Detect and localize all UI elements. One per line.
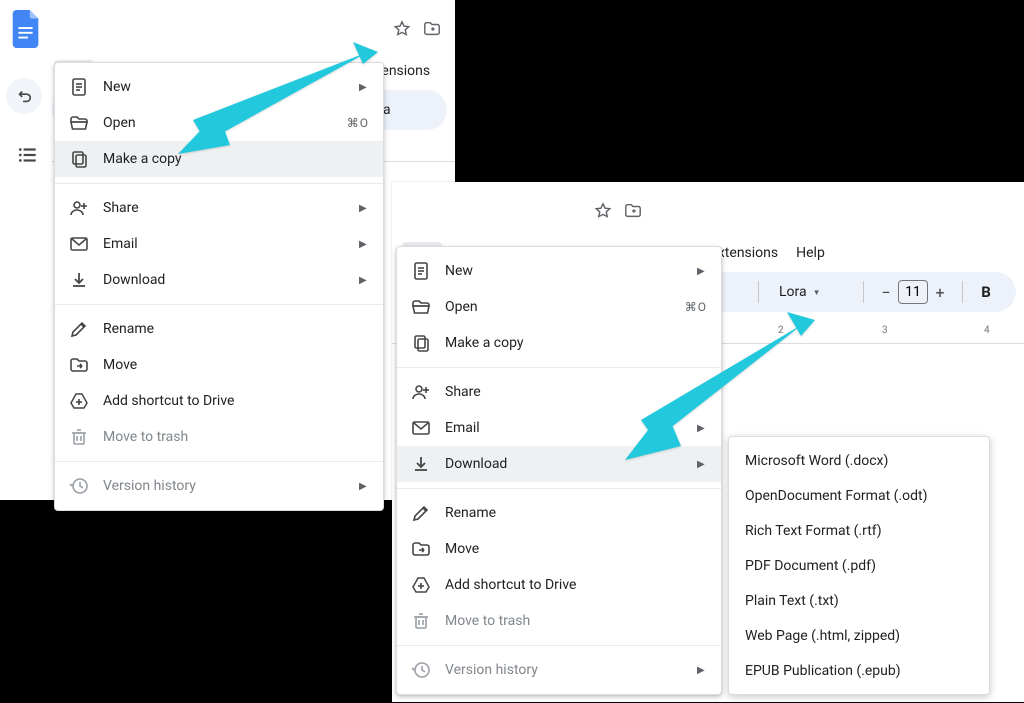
download-format-option[interactable]: PDF Document (.pdf): [729, 548, 989, 583]
history-icon: [69, 476, 89, 496]
star-icon[interactable]: [393, 20, 411, 38]
doc-plus-icon: [411, 261, 431, 281]
envelope-icon: [69, 234, 89, 254]
folder-move-icon: [69, 355, 89, 375]
history-icon: [411, 660, 431, 680]
download-format-option[interactable]: OpenDocument Format (.odt): [729, 478, 989, 513]
menu-item-version-history: Version history ▶: [55, 468, 383, 504]
person-plus-icon: [69, 198, 89, 218]
outline-toggle[interactable]: [0, 134, 55, 174]
submenu-arrow-icon: ▶: [359, 275, 369, 286]
menu-item-version-history: Version history ▶: [397, 652, 721, 688]
pencil-icon: [411, 503, 431, 523]
download-format-option[interactable]: Plain Text (.txt): [729, 583, 989, 618]
move-to-folder-icon[interactable]: [423, 20, 441, 38]
font-family-select[interactable]: Lora ▼: [769, 280, 853, 304]
titlebar: [392, 182, 1024, 240]
download-icon: [411, 454, 431, 474]
ruler-number: 4: [984, 325, 990, 336]
envelope-icon: [411, 418, 431, 438]
menu-item-label: Version history: [103, 478, 345, 494]
docs-logo-icon[interactable]: [6, 9, 46, 49]
menu-item-email[interactable]: Email ▶: [55, 226, 383, 262]
font-size-decrease[interactable]: −: [874, 278, 898, 306]
menu-item-move-to-trash: Move to trash: [397, 603, 721, 639]
callout-arrow-make-copy: [178, 42, 378, 166]
submenu-arrow-icon: ▶: [359, 203, 369, 214]
chevron-down-icon: ▼: [813, 288, 821, 297]
bold-button[interactable]: B: [973, 283, 999, 301]
menu-item-label: Add shortcut to Drive: [445, 577, 707, 593]
menu-item-move[interactable]: Move: [397, 531, 721, 567]
download-format-option[interactable]: Web Page (.html, zipped): [729, 618, 989, 653]
menu-item-rename[interactable]: Rename: [397, 495, 721, 531]
submenu-arrow-icon: ▶: [359, 481, 369, 492]
menu-item-add-shortcut-to-drive[interactable]: Add shortcut to Drive: [397, 567, 721, 603]
doc-plus-icon: [69, 77, 89, 97]
download-format-option[interactable]: EPUB Publication (.epub): [729, 653, 989, 688]
ruler-number: 3: [882, 325, 888, 336]
drive-plus-icon: [69, 391, 89, 411]
trash-icon: [69, 427, 89, 447]
menu-item-label: Move: [103, 357, 369, 373]
copy-icon: [69, 149, 89, 169]
menu-item-label: Add shortcut to Drive: [103, 393, 369, 409]
menu-item-move[interactable]: Move: [55, 347, 383, 383]
menu-item-move-to-trash: Move to trash: [55, 419, 383, 455]
menu-item-label: Rename: [103, 321, 369, 337]
submenu-arrow-icon: ▶: [697, 266, 707, 277]
menu-item-label: Rename: [445, 505, 707, 521]
copy-icon: [411, 333, 431, 353]
menu-item-add-shortcut-to-drive[interactable]: Add shortcut to Drive: [55, 383, 383, 419]
submenu-arrow-icon: ▶: [359, 239, 369, 250]
move-to-folder-icon[interactable]: [624, 202, 642, 220]
star-icon[interactable]: [594, 202, 612, 220]
menu-item-label: Email: [103, 236, 345, 252]
undo-button[interactable]: [6, 78, 42, 114]
submenu-arrow-icon: ▶: [697, 665, 707, 676]
drive-plus-icon: [411, 575, 431, 595]
download-submenu: Microsoft Word (.docx)OpenDocument Forma…: [728, 436, 990, 695]
callout-arrow-download: [625, 312, 815, 466]
person-plus-icon: [411, 382, 431, 402]
download-icon: [69, 270, 89, 290]
menu-item-label: Version history: [445, 662, 683, 678]
font-family-label: Lora: [779, 284, 807, 300]
menu-item-rename[interactable]: Rename: [55, 311, 383, 347]
font-size-control: − 11 +: [874, 278, 952, 306]
font-size-input[interactable]: 11: [898, 280, 928, 304]
folder-open-icon: [411, 297, 431, 317]
menu-item-label: Download: [103, 272, 345, 288]
menu-item-label: Move: [445, 541, 707, 557]
pencil-icon: [69, 319, 89, 339]
folder-move-icon: [411, 539, 431, 559]
download-format-option[interactable]: Rich Text Format (.rtf): [729, 513, 989, 548]
menu-item-label: Move to trash: [445, 613, 707, 629]
menu-help[interactable]: Help: [787, 242, 834, 264]
menu-item-label: Move to trash: [103, 429, 369, 445]
font-size-increase[interactable]: +: [928, 278, 952, 306]
trash-icon: [411, 611, 431, 631]
menu-item-label: Share: [103, 200, 345, 216]
menu-item-share[interactable]: Share ▶: [55, 190, 383, 226]
menu-item-new[interactable]: New ▶: [397, 253, 721, 289]
menu-item-label: New: [445, 263, 683, 279]
menu-item-download[interactable]: Download ▶: [55, 262, 383, 298]
folder-open-icon: [69, 113, 89, 133]
